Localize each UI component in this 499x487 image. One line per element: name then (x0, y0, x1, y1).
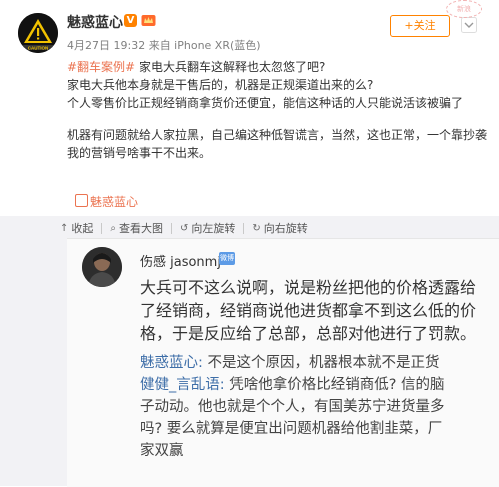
post-meta: 4月27日 19:32 来自 iPhone XR(蓝色) (67, 39, 261, 52)
post-line-4: 机器有问题就给人家拉黑，自己编这种低智谎言，当然，这也正常，一个靠抄袭 (67, 128, 488, 142)
post-line-5: 我的营销号啥事干不出来。 (67, 146, 212, 160)
hashtag-link[interactable]: #翻车案例# (67, 60, 135, 74)
commenter-name: 伤感 jasonmj (140, 255, 221, 270)
link-icon (75, 194, 88, 207)
watermark-stamp: 新浪 (446, 0, 482, 18)
arrow-up-icon: ↑ (60, 222, 69, 234)
verified-badge: V (124, 14, 137, 27)
user-avatar[interactable]: CAUTION (18, 13, 58, 53)
post-line-2: 家电大兵他本身就是干售后的，机器是正规渠道出来的么? (67, 78, 374, 92)
rotate-right-icon: ↻ (252, 222, 261, 234)
image-toolbar: ↑ 收起 ⌕ 查看大图 ↺ 向左旋转 ↻ 向右旋转 (60, 219, 308, 237)
divider (171, 222, 172, 234)
weibo-post: CAUTION 魅惑蓝心 V 4月27日 19:32 来自 iPhone XR(… (0, 0, 499, 216)
divider (101, 222, 103, 234)
member-crown-icon (141, 15, 156, 26)
follow-button[interactable]: +关注 (390, 15, 450, 37)
view-large-button[interactable]: ⌕ 查看大图 (110, 220, 163, 236)
reply-thread: 魅惑蓝心: 不是这个原因，机器根本就不是正货 健健_言乱语: 凭啥他拿价格比经销… (140, 352, 490, 462)
post-line-1: #翻车案例# 家电大兵翻车这解释也太忽悠了吧? (67, 60, 326, 74)
magnify-icon: ⌕ (110, 222, 116, 234)
rotate-right-button[interactable]: ↻ 向右旋转 (252, 220, 307, 236)
rotate-left-icon: ↺ (180, 222, 189, 234)
screenshot-image[interactable]: 伤感 jasonmj 微博 大兵可不这么说啊，说是粉丝把他的价格透露给 了经销商… (67, 238, 499, 487)
comment-text: 大兵可不这么说啊，说是粉丝把他的价格透露给 了经销商，经销商说他进货都拿不到这么… (140, 278, 477, 343)
reply-1: 魅惑蓝心: 不是这个原因，机器根本就不是正货 (140, 355, 440, 371)
person-photo-icon (82, 247, 122, 287)
post-line-3: 个人零售价比正规经销商拿货价还便宜，能信这种话的人只能说活该被骗了 (67, 96, 464, 110)
post-body: #翻车案例# 家电大兵翻车这解释也太忽悠了吧? 家电大兵他本身就是干售后的，机器… (67, 58, 487, 162)
reply-2: 健健_言乱语: 凭啥他拿价格比经销商低? 信的脑 (140, 377, 445, 393)
caution-sign-icon: CAUTION (18, 13, 58, 53)
chevron-down-icon[interactable] (461, 17, 477, 33)
source-link[interactable]: 魅惑蓝心 (75, 193, 138, 210)
svg-text:CAUTION: CAUTION (28, 45, 49, 50)
commenter-avatar (82, 247, 122, 287)
divider (243, 222, 245, 234)
rotate-left-button[interactable]: ↺ 向左旋转 (180, 220, 235, 236)
username[interactable]: 魅惑蓝心 (67, 12, 123, 32)
collapse-button[interactable]: ↑ 收起 (60, 220, 93, 236)
weibo-badge: 微博 (219, 252, 235, 265)
